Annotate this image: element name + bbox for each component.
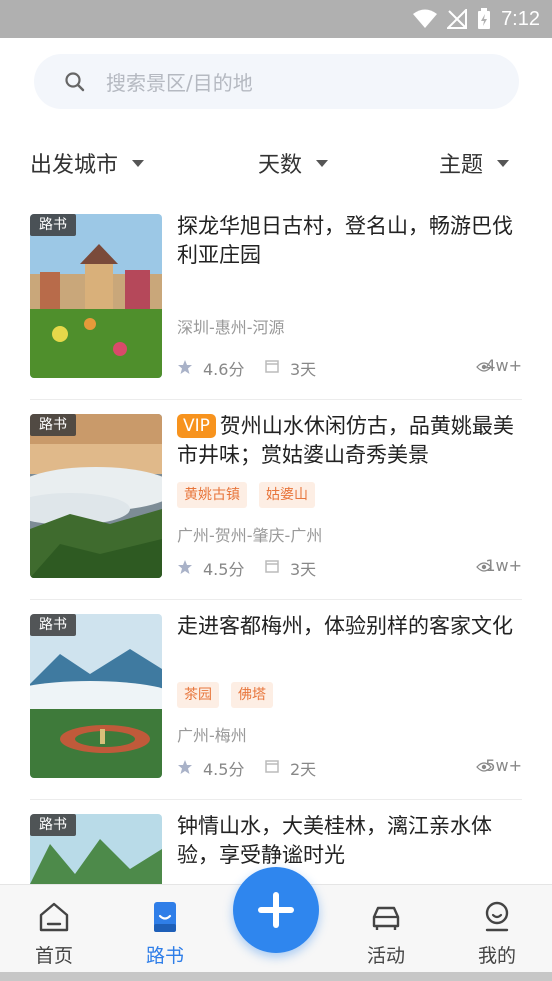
route-book-tag: 路书 [30,414,76,436]
view-count: 5w+ [485,756,522,775]
filter-theme[interactable]: 主题 [439,140,510,186]
route-title: VIP 贺州山水休闲仿古，品黄姚最美市井味；赏姑婆山奇秀美景 [177,414,514,467]
tab-activities[interactable]: 活动 [346,899,426,968]
tab-label: 首页 [34,945,73,967]
tag-list: 黄姚古镇 姑婆山 [177,482,315,508]
battery-charging-icon [478,8,491,29]
search-placeholder: 搜索景区/目的地 [106,71,253,95]
dropdown-arrow-icon [497,159,510,167]
route-cities: 广州-梅州 [177,726,247,745]
status-bar: 7:12 [0,0,552,38]
filter-days[interactable]: 天数 [258,140,329,186]
search-input[interactable]: 搜索景区/目的地 [34,54,519,109]
duration: 3天 [290,360,317,379]
tab-route-book[interactable]: 路书 [125,899,205,968]
book-icon [154,902,176,932]
tag-chip[interactable]: 黄姚古镇 [177,482,247,508]
route-list[interactable]: 路书 探龙华旭日古村，登名山，畅游巴伐利亚庄园 深圳-惠州-河源 4.6分 3天… [0,200,552,885]
search-icon [65,71,85,91]
car-icon [372,906,400,930]
list-item[interactable]: 路书 VIP 贺州山水休闲仿古，品黄姚最美市井味；赏姑婆山奇秀美景 黄姚古镇 姑婆… [30,400,522,600]
calendar-icon [265,760,279,773]
tab-profile[interactable]: 我的 [457,899,537,968]
tag-chip[interactable]: 姑婆山 [259,482,315,508]
route-book-tag: 路书 [30,214,76,236]
tab-home[interactable]: 首页 [14,899,94,968]
tag-chip[interactable]: 茶园 [177,682,219,708]
route-title: 走进客都梅州，体验别样的客家文化 [177,614,513,638]
user-icon [485,901,509,932]
star-icon [178,560,192,574]
route-thumbnail: 路书 [30,414,162,578]
route-title: 钟情山水，大美桂林，漓江亲水体验，享受静谧时光 [177,814,492,867]
view-count: 4w+ [485,356,522,375]
clock: 7:12 [501,7,540,30]
tag-chip[interactable]: 佛塔 [231,682,273,708]
add-button[interactable] [233,867,319,953]
duration: 2天 [290,760,317,779]
route-thumbnail: 路书 [30,814,162,885]
route-meta: 4.6分 3天 4w+ [177,356,522,379]
list-item[interactable]: 路书 探龙华旭日古村，登名山，畅游巴伐利亚庄园 深圳-惠州-河源 4.6分 3天… [30,200,522,400]
no-signal-icon [447,9,468,29]
dropdown-arrow-icon [316,159,329,167]
route-book-tag: 路书 [30,814,76,836]
filter-label: 出发城市 [30,153,119,178]
duration: 3天 [290,560,317,579]
calendar-icon [265,360,279,373]
filter-bar: 出发城市 天数 主题 [0,140,552,186]
route-thumbnail: 路书 [30,614,162,778]
dropdown-arrow-icon [132,159,145,167]
filter-label: 主题 [439,153,484,178]
route-meta: 4.5分 3天 1w+ [177,556,522,579]
rating: 4.6分 [203,360,245,379]
calendar-icon [265,560,279,573]
tab-label: 路书 [145,945,184,967]
star-icon [178,760,192,774]
route-cities: 广州-贺州-肇庆-广州 [177,526,323,545]
view-count: 1w+ [485,556,522,575]
route-cities: 深圳-惠州-河源 [177,318,285,337]
tab-label: 我的 [477,945,516,967]
tag-list: 茶园 佛塔 [177,682,273,708]
vip-badge: VIP [177,414,216,438]
home-icon [39,902,69,932]
route-thumbnail: 路书 [30,214,162,378]
rating: 4.5分 [203,560,245,579]
list-item[interactable]: 路书 走进客都梅州，体验别样的客家文化 茶园 佛塔 广州-梅州 4.5分 2天 … [30,600,522,800]
filter-departure-city[interactable]: 出发城市 [30,140,145,186]
route-book-tag: 路书 [30,614,76,636]
filter-label: 天数 [258,153,303,178]
route-title: 探龙华旭日古村，登名山，畅游巴伐利亚庄园 [177,214,513,267]
star-icon [178,360,192,374]
system-taskbar [0,972,552,981]
route-meta: 4.5分 2天 5w+ [177,756,522,779]
wifi-icon [413,9,438,28]
tab-label: 活动 [366,945,405,967]
rating: 4.5分 [203,760,245,779]
